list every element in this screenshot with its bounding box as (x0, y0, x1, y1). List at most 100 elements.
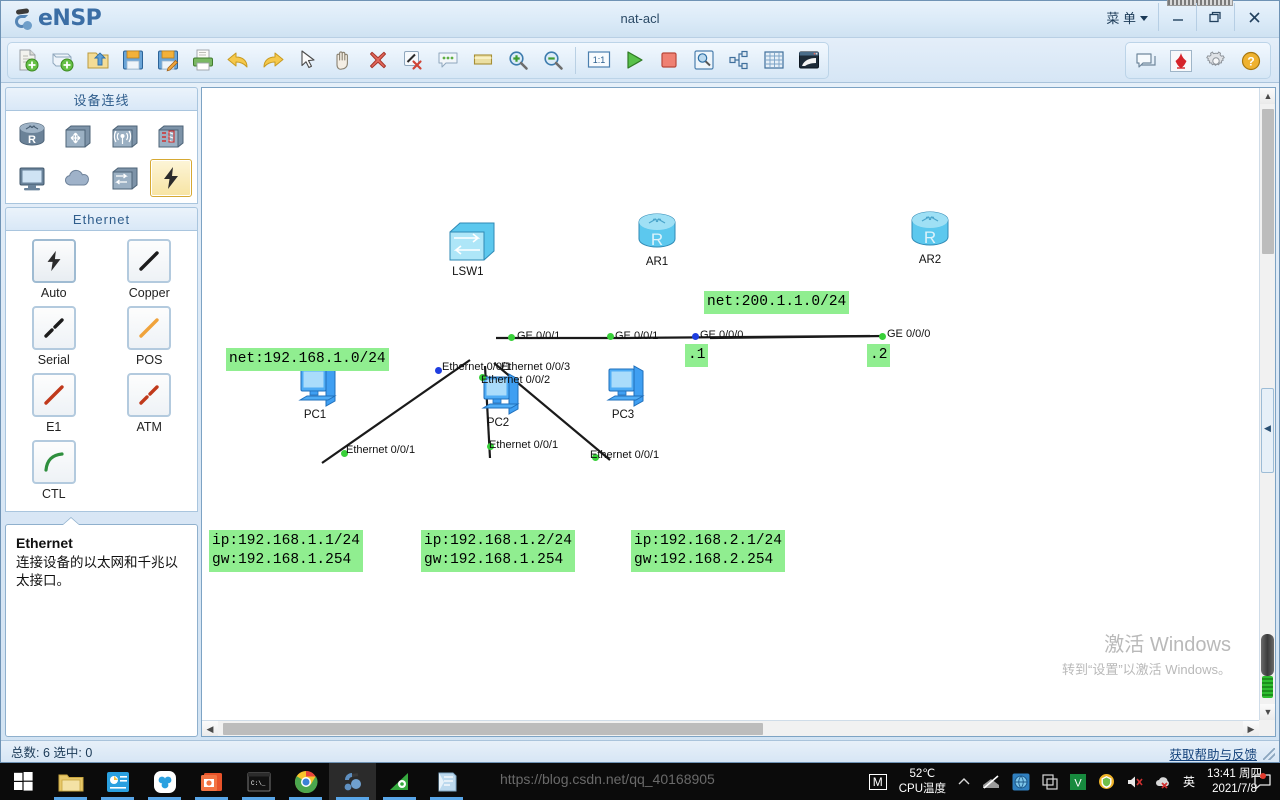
tray-copy-indicator[interactable] (1036, 763, 1064, 800)
minimize-button[interactable] (1159, 3, 1197, 31)
scroll-right-arrow-icon[interactable]: ▶ (1243, 721, 1259, 736)
grid-button[interactable] (758, 45, 789, 76)
select-tool-button[interactable] (292, 45, 323, 76)
cable-item-atm[interactable]: ATM (110, 373, 188, 434)
zoom-reset-button[interactable]: 1:1 (583, 45, 614, 76)
notification-center-button[interactable] (1250, 769, 1274, 793)
cloud-error-icon (1156, 776, 1169, 789)
print-button[interactable] (187, 45, 218, 76)
capture-packet-button[interactable] (688, 45, 719, 76)
annotation-pc3-config[interactable]: ip:192.168.2.1/24 gw:192.168.2.254 (631, 530, 785, 573)
zoom-in-button[interactable] (502, 45, 533, 76)
cable-item-e1[interactable]: E1 (15, 373, 93, 434)
save-as-button[interactable] (152, 45, 183, 76)
resize-grip[interactable] (1263, 748, 1275, 760)
palette-item-other-device[interactable] (104, 159, 146, 197)
scroll-down-arrow-icon[interactable]: ▼ (1260, 704, 1275, 720)
tray-app-v[interactable]: V (1064, 763, 1092, 800)
topology-tree-button[interactable] (723, 45, 754, 76)
tooltip-text: 连接设备的以太网和千兆以太接口。 (16, 555, 178, 589)
taskbar-app-notes[interactable] (423, 763, 470, 800)
taskbar-app-blue[interactable] (94, 763, 141, 800)
redo-button[interactable] (257, 45, 288, 76)
tray-app-x2[interactable] (1149, 763, 1177, 800)
menu-button[interactable]: 菜 单 (1098, 3, 1159, 31)
palette-item-firewall[interactable] (150, 117, 192, 155)
huawei-portal-button[interactable] (1165, 45, 1196, 76)
taskbar-app-cloud-sync[interactable] (141, 763, 188, 800)
annotation-pc1-config[interactable]: ip:192.168.1.1/24 gw:192.168.1.254 (209, 530, 363, 573)
zoom-out-button[interactable] (537, 45, 568, 76)
start-button[interactable] (0, 763, 47, 800)
taskbar-ensp[interactable] (329, 763, 376, 800)
taskbar-file-explorer[interactable] (47, 763, 94, 800)
taskbar-app-green[interactable] (376, 763, 423, 800)
palette-item-switch-l3[interactable] (57, 117, 99, 155)
annotation-ip-ar2[interactable]: .2 (867, 344, 891, 368)
tray-app-shield[interactable] (1092, 763, 1121, 800)
close-button[interactable] (1235, 3, 1273, 31)
tray-cpu-temp[interactable]: 52℃ CPU温度 (893, 763, 952, 800)
start-device-button[interactable] (618, 45, 649, 76)
switch-device-icon (449, 222, 495, 261)
add-shape-button[interactable] (467, 45, 498, 76)
palette-item-wlan[interactable] (104, 117, 146, 155)
settings-button[interactable] (1200, 45, 1231, 76)
palette-item-terminal[interactable] (11, 159, 53, 197)
open-button[interactable] (82, 45, 113, 76)
tray-network-disconnected[interactable] (976, 763, 1006, 800)
vertical-scroll-thumb[interactable] (1262, 109, 1274, 254)
stop-device-button[interactable] (653, 45, 684, 76)
node-AR2[interactable]: R AR2 (905, 210, 955, 266)
secondary-scroll-thumb[interactable] (1261, 634, 1274, 676)
topology-canvas[interactable]: LSW1 R AR1 R AR2 PC1 PC2 PC3 GE 0/0/1 Et… (202, 88, 1259, 720)
tray-app-x1[interactable] (1121, 763, 1149, 800)
delete-link-button[interactable] (397, 45, 428, 76)
save-button[interactable] (117, 45, 148, 76)
cable-item-pos[interactable]: POS (110, 306, 188, 367)
scroll-left-arrow-icon[interactable]: ◀ (202, 721, 218, 736)
palette-item-connections[interactable] (149, 159, 192, 197)
pc-monitor-icon (19, 167, 45, 191)
taskbar-chrome[interactable] (282, 763, 329, 800)
tray-language-indicator[interactable]: 英 (1177, 763, 1201, 800)
new-device-button[interactable] (47, 45, 78, 76)
palette-item-cloud[interactable] (57, 159, 99, 197)
tray-app-globe[interactable] (1006, 763, 1036, 800)
annotation-net-wan[interactable]: net:200.1.1.0/24 (704, 291, 850, 315)
node-AR1[interactable]: R AR1 (632, 212, 682, 268)
svg-text:1:1: 1:1 (592, 55, 605, 65)
canvas-vertical-scrollbar[interactable]: ▲ ▼ ◀ (1259, 88, 1275, 720)
node-PC3[interactable]: PC3 (603, 361, 653, 421)
feedback-button[interactable] (1130, 45, 1161, 76)
taskbar-app-terminal[interactable]: C:\_ (235, 763, 282, 800)
tray-ime-indicator[interactable]: M (863, 763, 893, 800)
topology-canvas-area[interactable]: LSW1 R AR1 R AR2 PC1 PC2 PC3 GE 0/0/1 Et… (201, 87, 1276, 737)
canvas-horizontal-scrollbar[interactable]: ◀ ▶ (202, 720, 1259, 736)
if-label-ar1-ge001: GE 0/0/1 (615, 330, 659, 342)
taskbar-app-powerpoint[interactable] (188, 763, 235, 800)
maximize-button[interactable] (1197, 3, 1235, 31)
horizontal-scroll-thumb[interactable] (223, 723, 763, 735)
annotation-ip-ar1[interactable]: .1 (685, 344, 709, 368)
canvas-mini-scroll[interactable]: ◀ (1261, 388, 1274, 473)
cable-item-ctl[interactable]: CTL (15, 440, 93, 501)
node-LSW1[interactable]: LSW1 (446, 219, 498, 278)
scroll-up-arrow-icon[interactable]: ▲ (1260, 88, 1275, 104)
annotation-pc2-config[interactable]: ip:192.168.1.2/24 gw:192.168.1.254 (421, 530, 575, 573)
undo-button[interactable] (222, 45, 253, 76)
add-note-button[interactable] (432, 45, 463, 76)
annotation-net-lan[interactable]: net:192.168.1.0/24 (226, 348, 389, 372)
cable-item-auto[interactable]: Auto (15, 239, 93, 300)
pan-tool-button[interactable] (327, 45, 358, 76)
new-topology-button[interactable] (12, 45, 43, 76)
delete-button[interactable] (362, 45, 393, 76)
tray-expand-button[interactable] (952, 763, 976, 800)
help-button[interactable]: ? (1235, 45, 1266, 76)
help-feedback-link[interactable]: 获取帮助与反馈 (1169, 744, 1257, 763)
cable-item-copper[interactable]: Copper (110, 239, 188, 300)
console-window-button[interactable] (793, 45, 824, 76)
palette-item-router[interactable]: R (11, 117, 53, 155)
cable-item-serial[interactable]: Serial (15, 306, 93, 367)
if-label-pc1-eth001: Ethernet 0/0/1 (346, 444, 416, 456)
